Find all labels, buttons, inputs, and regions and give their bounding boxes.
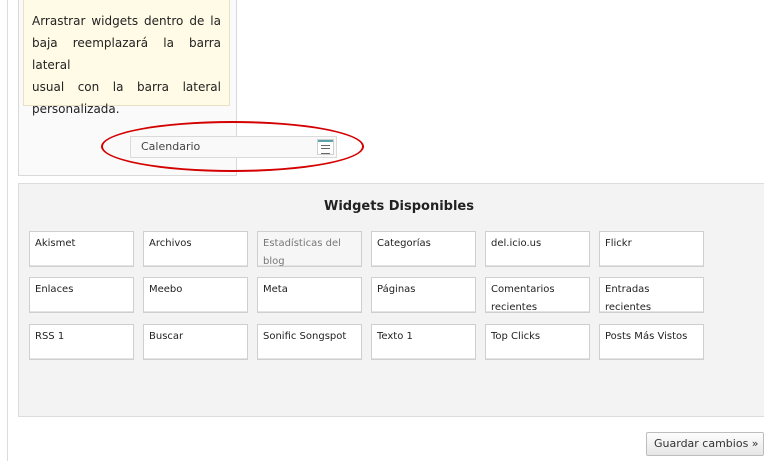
widget-categorias[interactable]: Categorías (371, 231, 476, 267)
hint-text-line: Arrastrar widgets dentro de la (32, 14, 221, 28)
widget-top-clicks[interactable]: Top Clicks (485, 324, 590, 360)
widget-posts-mas-vistos[interactable]: Posts Más Vistos (599, 324, 704, 360)
widget-delicious[interactable]: del.icio.us (485, 231, 590, 267)
widget-paginas[interactable]: Páginas (371, 277, 476, 313)
widget-rss[interactable]: RSS 1 (29, 324, 134, 360)
widget-akismet[interactable]: Akismet (29, 231, 134, 267)
widget-estadisticas[interactable]: Estadísticas del blog (257, 231, 362, 267)
page-left-border (7, 0, 8, 461)
widget-enlaces[interactable]: Enlaces (29, 277, 134, 313)
widget-comentarios-recientes[interactable]: Comentarios recientes (485, 277, 590, 313)
hint-text-line: baja reemplazará la barra lateral (32, 36, 221, 72)
widget-buscar[interactable]: Buscar (143, 324, 248, 360)
sidebar-hint-box: Arrastrar widgets dentro de la baja reem… (23, 0, 230, 116)
panel-title: Widgets Disponibles (324, 199, 474, 214)
available-widgets-panel: Widgets Disponibles Akismet Archivos Est… (18, 183, 764, 417)
widget-archivos[interactable]: Archivos (143, 231, 248, 267)
hint-text-line: usual con la barra lateral (32, 80, 221, 94)
widget-meebo[interactable]: Meebo (143, 277, 248, 313)
widget-sonific-songspot[interactable]: Sonific Songspot (257, 324, 362, 360)
menu-lines-icon[interactable] (317, 139, 334, 155)
widget-texto[interactable]: Texto 1 (371, 324, 476, 360)
widget-meta[interactable]: Meta (257, 277, 362, 313)
hint-text-line: personalizada. (32, 102, 120, 116)
widget-flickr[interactable]: Flickr (599, 231, 704, 267)
calendar-widget-label: Calendario (141, 140, 201, 153)
save-changes-button[interactable]: Guardar cambios » (646, 432, 764, 456)
widget-entradas-recientes[interactable]: Entradas recientes (599, 277, 704, 313)
calendar-widget[interactable]: Calendario (130, 136, 337, 158)
